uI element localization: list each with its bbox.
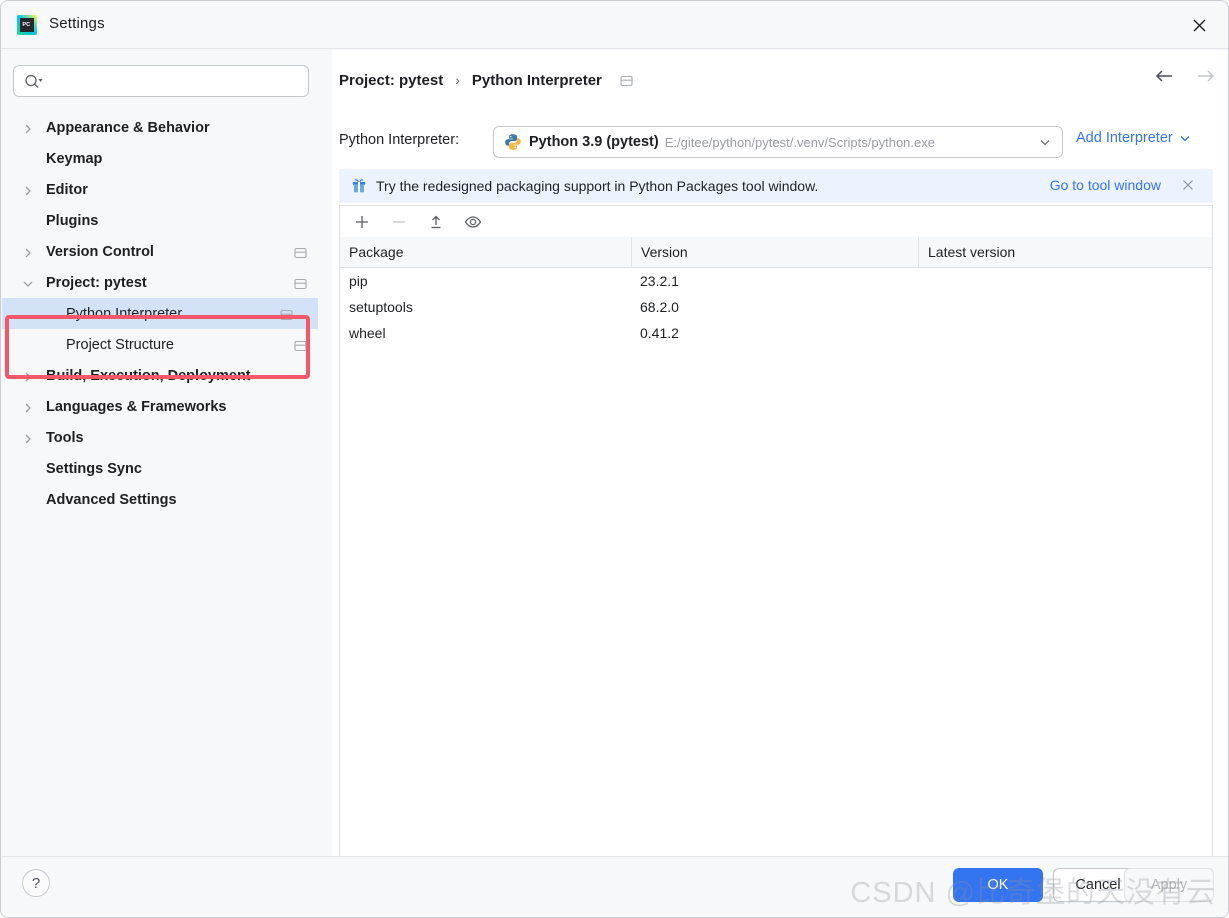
- sidebar-item-settings-sync[interactable]: Settings Sync: [2, 453, 332, 484]
- breadcrumb: Project: pytest › Python Interpreter: [339, 68, 633, 92]
- banner-text: Try the redesigned packaging support in …: [376, 178, 819, 194]
- sidebar-item-label: Advanced Settings: [46, 491, 177, 508]
- sidebar-item-appearance-behavior[interactable]: Appearance & Behavior: [2, 112, 332, 143]
- column-header-version[interactable]: Version: [631, 237, 918, 267]
- sidebar-item-label: Build, Execution, Deployment: [46, 367, 251, 384]
- sidebar-item-label: Appearance & Behavior: [46, 119, 210, 136]
- column-header-package[interactable]: Package: [340, 237, 631, 267]
- upgrade-package-button[interactable]: [421, 209, 451, 235]
- column-header-latest-version[interactable]: Latest version: [918, 237, 1212, 267]
- title-bar: PC Settings: [1, 1, 1228, 49]
- pycharm-logo-icon: PC: [17, 15, 37, 35]
- sidebar-item-keymap[interactable]: Keymap: [2, 143, 332, 174]
- interpreter-row: Python Interpreter: Python 3.9 (pytest) …: [339, 126, 1219, 158]
- packaging-notification-banner: Try the redesigned packaging support in …: [339, 169, 1213, 203]
- sidebar-item-languages-frameworks[interactable]: Languages & Frameworks: [2, 391, 332, 422]
- table-row[interactable]: pip 23.2.1: [340, 268, 1212, 294]
- cell-package: wheel: [349, 325, 386, 341]
- show-early-releases-button[interactable]: [458, 209, 488, 235]
- chevron-right-icon: [22, 184, 34, 196]
- cell-latest-version: [918, 320, 1212, 346]
- help-button[interactable]: ?: [22, 869, 50, 897]
- sidebar-item-label: Project Structure: [66, 336, 174, 353]
- chevron-right-icon: [22, 246, 34, 258]
- window-title: Settings: [49, 15, 105, 32]
- cell-package: pip: [349, 273, 368, 289]
- close-icon[interactable]: [1182, 178, 1196, 192]
- project-scope-icon: [294, 277, 307, 289]
- project-scope-icon: [280, 308, 293, 320]
- arrow-right-icon[interactable]: [1196, 68, 1216, 88]
- arrow-left-icon[interactable]: [1154, 68, 1174, 88]
- add-package-button[interactable]: [347, 209, 377, 235]
- table-header-row: Package Version Latest version: [340, 237, 1212, 268]
- breadcrumb-parent[interactable]: Project: pytest: [339, 72, 443, 89]
- sidebar-item-label: Version Control: [46, 243, 154, 260]
- sidebar-item-label: Keymap: [46, 150, 103, 167]
- interpreter-label: Python Interpreter:: [339, 132, 460, 148]
- ok-button[interactable]: OK: [953, 868, 1043, 902]
- table-row[interactable]: setuptools 68.2.0: [340, 294, 1212, 320]
- add-interpreter-button[interactable]: Add Interpreter: [1076, 130, 1191, 146]
- project-scope-icon: [294, 246, 307, 258]
- search-box[interactable]: [13, 65, 309, 98]
- interpreter-select[interactable]: Python 3.9 (pytest) E:/gitee/python/pyte…: [493, 126, 1063, 158]
- sidebar-item-label: Project: pytest: [46, 274, 147, 291]
- sidebar-item-label: Tools: [46, 429, 84, 446]
- sidebar-item-plugins[interactable]: Plugins: [2, 205, 332, 236]
- sidebar-item-project-structure[interactable]: Project Structure: [2, 329, 332, 360]
- cell-version: 23.2.1: [640, 273, 679, 289]
- sidebar-item-advanced-settings[interactable]: Advanced Settings: [2, 484, 332, 515]
- cell-latest-version: [918, 294, 1212, 320]
- navigation-arrows: [1154, 68, 1216, 88]
- sidebar-item-project-pytest[interactable]: Project: pytest: [2, 267, 332, 298]
- chevron-right-icon: [22, 401, 34, 413]
- sidebar-item-label: Plugins: [46, 212, 99, 229]
- sidebar-item-label: Python Interpreter: [66, 305, 183, 322]
- cell-version: 68.2.0: [640, 299, 679, 315]
- cell-version: 0.41.2: [640, 325, 679, 341]
- settings-dialog: PC Settings Appearance & Behavior Keymap…: [0, 0, 1229, 918]
- svg-text:PC: PC: [22, 22, 30, 28]
- sidebar-item-label: Editor: [46, 181, 88, 198]
- python-venv-icon: [504, 133, 522, 151]
- sidebar-item-label: Settings Sync: [46, 460, 142, 477]
- project-scope-icon: [620, 74, 633, 87]
- chevron-down-icon: [1179, 132, 1191, 144]
- search-input[interactable]: [50, 66, 304, 98]
- dialog-footer: ? OK Cancel Apply: [2, 856, 1228, 916]
- sidebar-item-tools[interactable]: Tools: [2, 422, 332, 453]
- chevron-right-icon: [22, 370, 34, 382]
- search-icon: [24, 73, 44, 90]
- chevron-right-icon: [22, 432, 34, 444]
- cell-latest-version: [918, 268, 1212, 294]
- interpreter-name: Python 3.9 (pytest): [529, 134, 659, 150]
- table-row[interactable]: wheel 0.41.2: [340, 320, 1212, 346]
- project-scope-icon: [294, 339, 307, 351]
- sidebar-item-build-execution-deployment[interactable]: Build, Execution, Deployment: [2, 360, 332, 391]
- chevron-down-icon[interactable]: [1038, 135, 1052, 149]
- remove-package-button: [384, 209, 414, 235]
- cell-package: setuptools: [349, 299, 413, 315]
- chevron-right-icon: [22, 122, 34, 134]
- interpreter-path: E:/gitee/python/pytest/.venv/Scripts/pyt…: [664, 134, 935, 150]
- main-panel: Project: pytest › Python Interpreter Pyt…: [332, 50, 1228, 883]
- apply-button: Apply: [1124, 868, 1214, 902]
- sidebar-item-python-interpreter[interactable]: Python Interpreter: [2, 298, 318, 329]
- chevron-down-icon: [22, 277, 34, 289]
- sidebar-item-version-control[interactable]: Version Control: [2, 236, 332, 267]
- breadcrumb-separator: ›: [455, 72, 460, 88]
- packages-toolbar: [339, 205, 1213, 237]
- gift-icon: [351, 178, 367, 194]
- packages-table: Package Version Latest version pip 23.2.…: [339, 237, 1213, 883]
- add-interpreter-label: Add Interpreter: [1076, 130, 1173, 146]
- breadcrumb-current: Python Interpreter: [471, 71, 602, 89]
- sidebar-item-label: Languages & Frameworks: [46, 398, 227, 415]
- close-icon[interactable]: [1176, 7, 1222, 43]
- settings-sidebar: Appearance & Behavior Keymap Editor Plug…: [2, 50, 332, 858]
- go-to-tool-window-link[interactable]: Go to tool window: [1050, 177, 1161, 193]
- sidebar-item-editor[interactable]: Editor: [2, 174, 332, 205]
- settings-tree: Appearance & Behavior Keymap Editor Plug…: [2, 112, 332, 515]
